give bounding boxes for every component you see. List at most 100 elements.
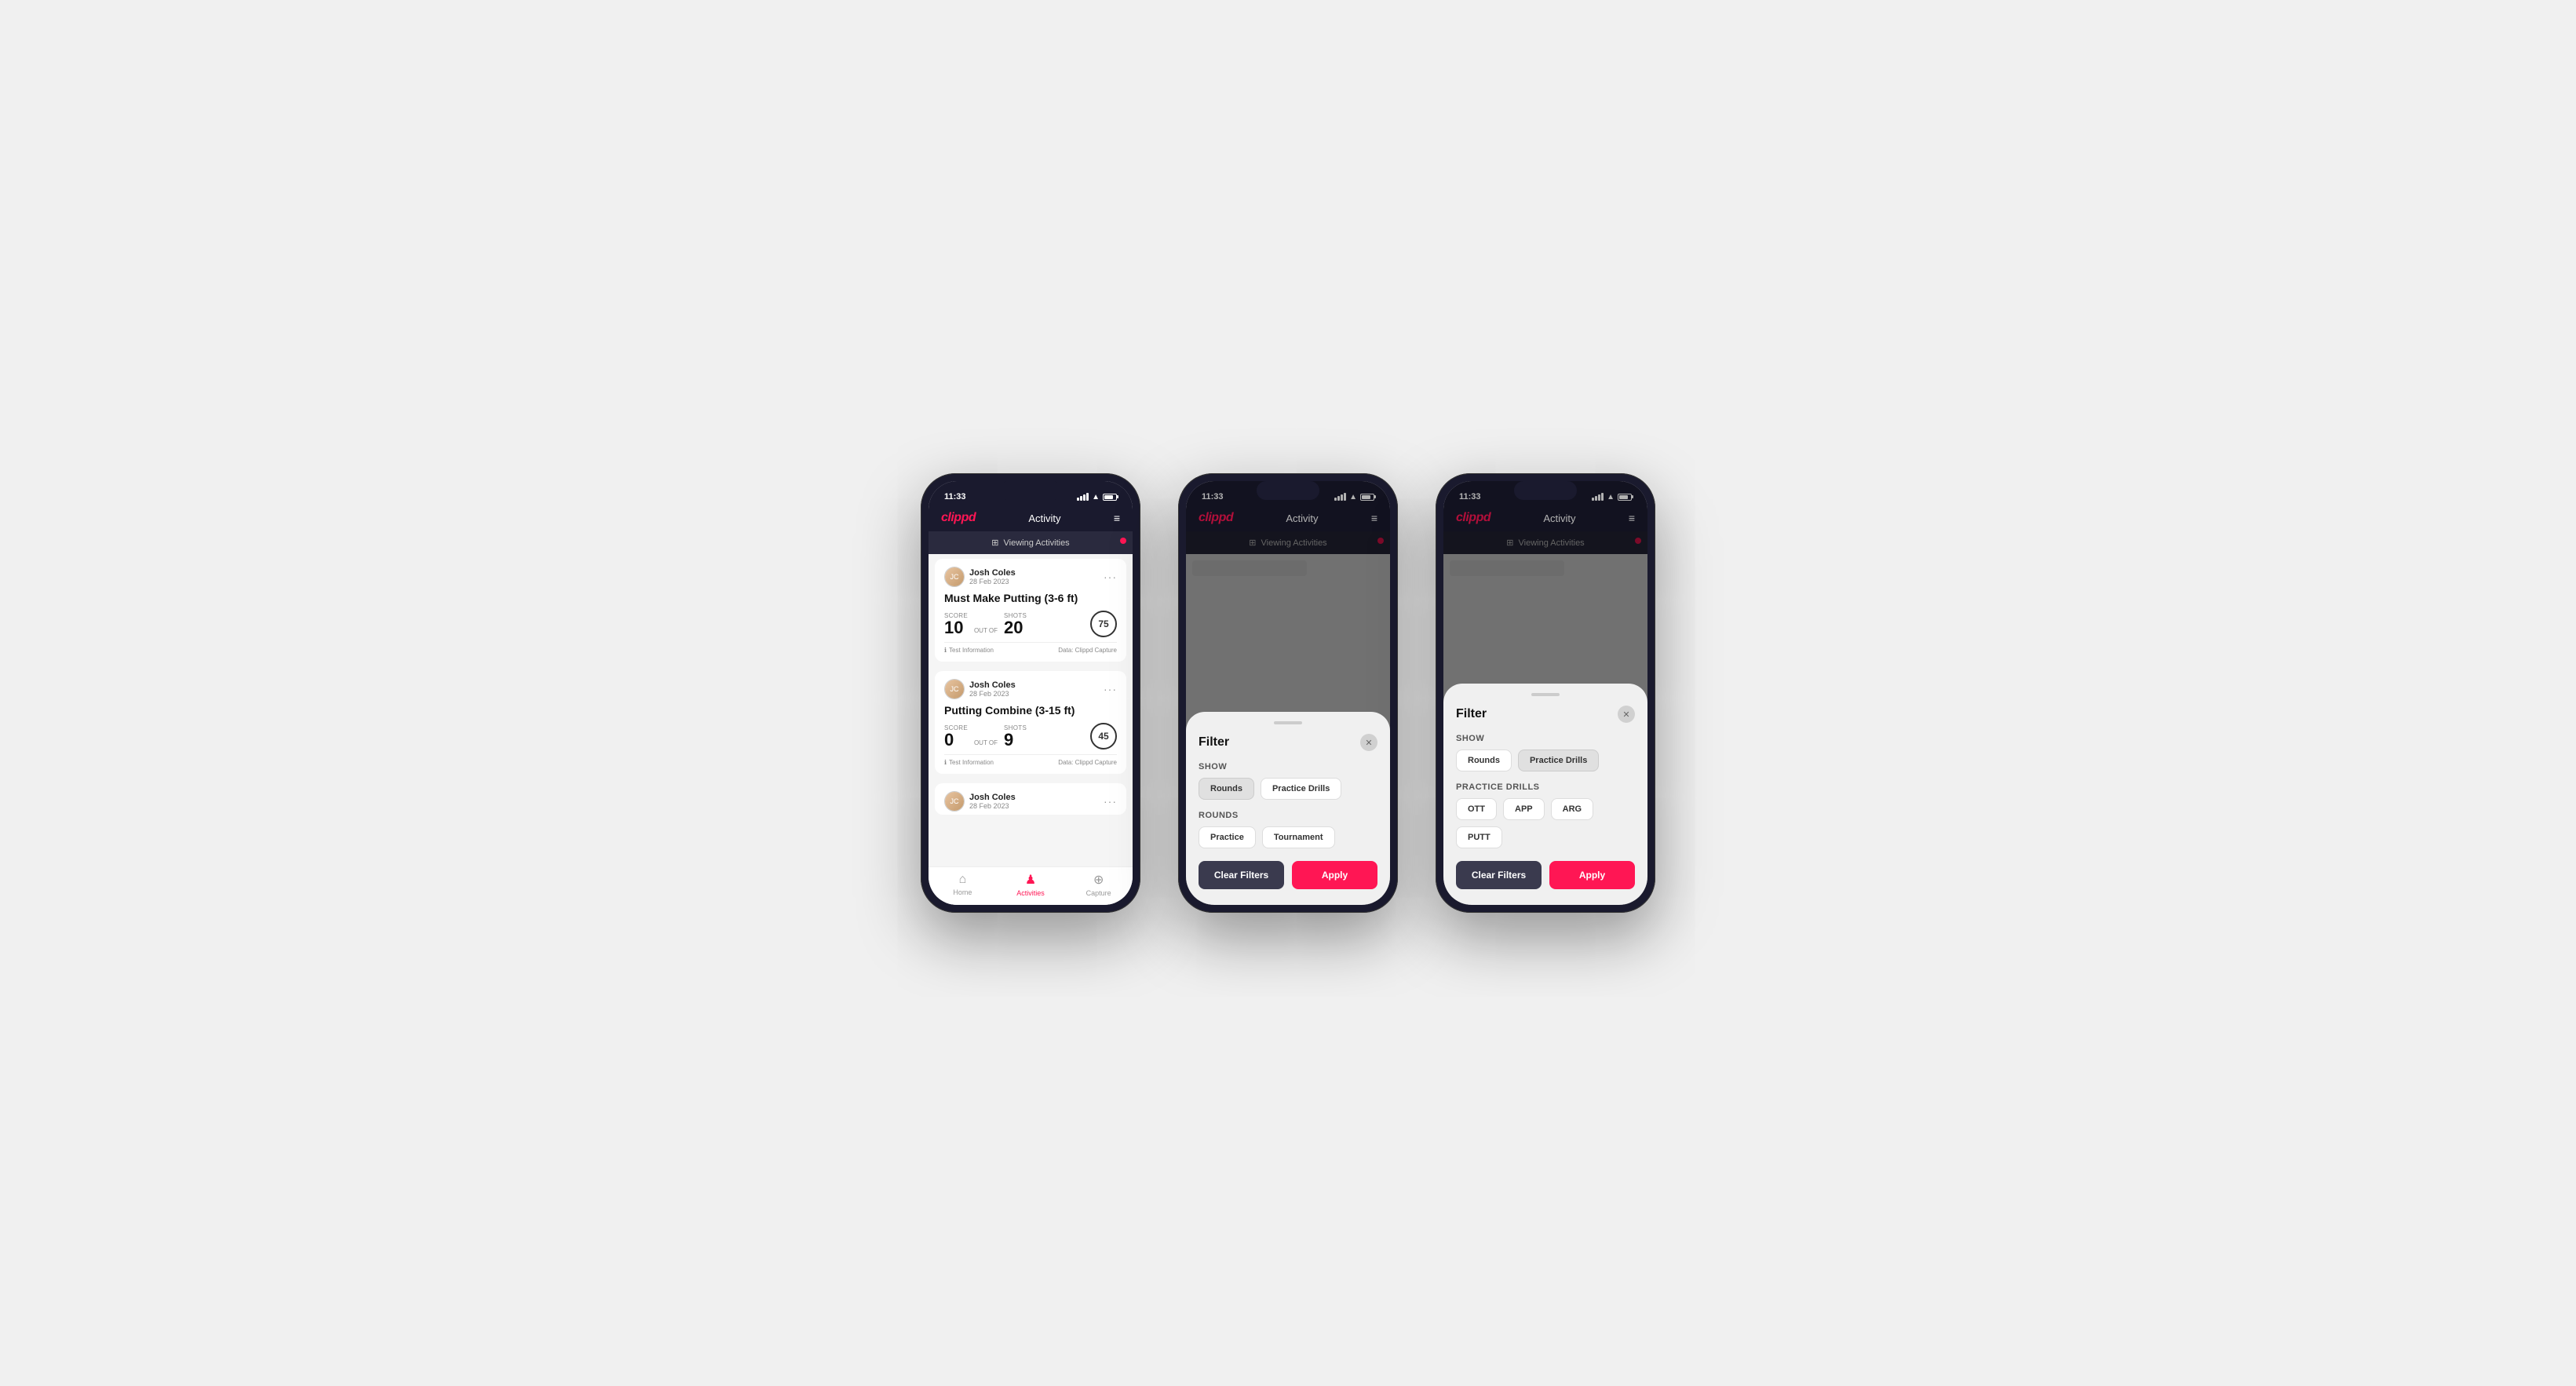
footer-info-2: ℹ Test Information: [944, 759, 994, 766]
practice-drills-label-3: Practice Drills: [1456, 782, 1635, 792]
sheet-handle-3: [1531, 693, 1560, 696]
tab-home-1[interactable]: ⌂ Home: [929, 873, 997, 896]
footer-data-1: Data: Clippd Capture: [1058, 647, 1117, 654]
dynamic-island-2: [1257, 481, 1319, 500]
filter-sheet-3: Filter ✕ Show Rounds Practice Drills Pra…: [1443, 684, 1647, 905]
status-time-1: 11:33: [944, 492, 966, 502]
viewing-label-1: Viewing Activities: [1004, 538, 1070, 548]
sheet-title-2: Filter: [1199, 735, 1229, 750]
card-menu-2[interactable]: ···: [1104, 683, 1117, 695]
user-info-2: Josh Coles 28 Feb 2023: [969, 680, 1016, 698]
chip-rounds-2[interactable]: Rounds: [1199, 778, 1254, 800]
sheet-header-3: Filter ✕: [1456, 706, 1635, 723]
user-info-1: Josh Coles 28 Feb 2023: [969, 568, 1016, 585]
chip-practice-2[interactable]: Practice: [1199, 826, 1256, 848]
sheet-title-3: Filter: [1456, 707, 1487, 721]
footer-info-1: ℹ Test Information: [944, 647, 994, 654]
card-menu-3[interactable]: ···: [1104, 795, 1117, 808]
info-icon-2: ℹ: [944, 759, 947, 766]
close-btn-3[interactable]: ✕: [1618, 706, 1635, 723]
activities-label-1: Activities: [1016, 889, 1045, 897]
apply-btn-3[interactable]: Apply: [1549, 861, 1635, 889]
capture-icon-1: ⊕: [1093, 872, 1104, 888]
show-chips-3: Rounds Practice Drills: [1456, 750, 1635, 771]
sheet-handle-2: [1274, 721, 1302, 724]
home-icon-1: ⌂: [959, 873, 967, 887]
filter-icon-1: ⊞: [991, 538, 998, 548]
screen-content-1: ⊞ Viewing Activities JC Josh Coles: [929, 531, 1133, 866]
user-name-3: Josh Coles: [969, 793, 1016, 802]
card-user-3: JC Josh Coles 28 Feb 2023: [944, 791, 1016, 812]
card-footer-1: ℹ Test Information Data: Clippd Capture: [944, 642, 1117, 654]
user-name-1: Josh Coles: [969, 568, 1016, 578]
user-date-2: 28 Feb 2023: [969, 690, 1016, 698]
chip-ott-3[interactable]: OTT: [1456, 798, 1497, 820]
avatar-3: JC: [944, 791, 965, 812]
signal-icon-1: [1077, 493, 1089, 501]
capture-label-1: Capture: [1086, 889, 1111, 897]
shots-value-1: 20: [1004, 619, 1027, 636]
avatar-2: JC: [944, 679, 965, 699]
card-title-1: Must Make Putting (3-6 ft): [944, 592, 1117, 604]
nav-title-1: Activity: [1028, 512, 1060, 524]
red-dot-1: [1120, 538, 1126, 544]
shot-quality-badge-2: 45: [1090, 723, 1117, 750]
chip-practice-drills-2[interactable]: Practice Drills: [1261, 778, 1341, 800]
shot-quality-badge-1: 75: [1090, 611, 1117, 637]
phones-container: 11:33 ▲ clippd Activity: [921, 473, 1655, 913]
phone-1: 11:33 ▲ clippd Activity: [921, 473, 1140, 913]
card-stats-2: Score 0 OUT OF Shots 9 45: [944, 723, 1117, 750]
card-menu-1[interactable]: ···: [1104, 571, 1117, 583]
show-label-3: Show: [1456, 734, 1635, 743]
avatar-1: JC: [944, 567, 965, 587]
tab-capture-1[interactable]: ⊕ Capture: [1064, 872, 1133, 897]
practice-drills-chips-3: OTT APP ARG PUTT: [1456, 798, 1635, 848]
card-title-2: Putting Combine (3-15 ft): [944, 704, 1117, 717]
user-info-3: Josh Coles 28 Feb 2023: [969, 793, 1016, 810]
clear-filters-btn-3[interactable]: Clear Filters: [1456, 861, 1542, 889]
phone-2: 11:33 ▲ clippd Activity: [1178, 473, 1398, 913]
close-btn-2[interactable]: ✕: [1360, 734, 1377, 751]
chip-putt-3[interactable]: PUTT: [1456, 826, 1502, 848]
card-header-1: JC Josh Coles 28 Feb 2023 ···: [944, 567, 1117, 587]
chip-app-3[interactable]: APP: [1503, 798, 1545, 820]
home-label-1: Home: [953, 888, 972, 896]
dynamic-island-1: [999, 481, 1062, 500]
wifi-icon-1: ▲: [1092, 493, 1100, 502]
user-date-3: 28 Feb 2023: [969, 802, 1016, 810]
sheet-actions-2: Clear Filters Apply: [1199, 861, 1377, 889]
show-chips-2: Rounds Practice Drills: [1199, 778, 1377, 800]
sheet-header-2: Filter ✕: [1199, 734, 1377, 751]
rounds-label-2: Rounds: [1199, 811, 1377, 820]
phone-3-screen: 11:33 ▲ clippd Activity: [1443, 481, 1647, 905]
activity-card-2[interactable]: JC Josh Coles 28 Feb 2023 ··· Putting Co…: [935, 671, 1126, 774]
footer-data-2: Data: Clippd Capture: [1058, 759, 1117, 766]
tab-activities-1[interactable]: ♟ Activities: [997, 872, 1065, 897]
viewing-bar-1[interactable]: ⊞ Viewing Activities: [929, 531, 1133, 554]
dynamic-island-3: [1514, 481, 1577, 500]
activity-card-3-partial[interactable]: JC Josh Coles 28 Feb 2023 ···: [935, 783, 1126, 815]
chip-tournament-2[interactable]: Tournament: [1262, 826, 1335, 848]
out-of-1: OUT OF: [974, 627, 998, 637]
card-header-2: JC Josh Coles 28 Feb 2023 ···: [944, 679, 1117, 699]
shots-value-2: 9: [1004, 731, 1027, 749]
activities-icon-1: ♟: [1025, 872, 1036, 888]
tab-bar-1: ⌂ Home ♟ Activities ⊕ Capture: [929, 866, 1133, 905]
card-user-2: JC Josh Coles 28 Feb 2023: [944, 679, 1016, 699]
menu-icon-1[interactable]: ≡: [1114, 512, 1120, 524]
chip-rounds-3[interactable]: Rounds: [1456, 750, 1512, 771]
phone-3: 11:33 ▲ clippd Activity: [1436, 473, 1655, 913]
info-icon-1: ℹ: [944, 647, 947, 654]
clear-filters-btn-2[interactable]: Clear Filters: [1199, 861, 1284, 889]
card-user-1: JC Josh Coles 28 Feb 2023: [944, 567, 1016, 587]
filter-overlay-3: Filter ✕ Show Rounds Practice Drills Pra…: [1443, 481, 1647, 905]
activity-card-1[interactable]: JC Josh Coles 28 Feb 2023 ··· Must Make …: [935, 559, 1126, 662]
chip-arg-3[interactable]: ARG: [1551, 798, 1593, 820]
card-header-3: JC Josh Coles 28 Feb 2023 ···: [944, 791, 1117, 812]
user-name-2: Josh Coles: [969, 680, 1016, 690]
card-footer-2: ℹ Test Information Data: Clippd Capture: [944, 754, 1117, 766]
user-date-1: 28 Feb 2023: [969, 578, 1016, 585]
apply-btn-2[interactable]: Apply: [1292, 861, 1377, 889]
logo-1: clippd: [941, 511, 976, 525]
chip-practice-drills-3[interactable]: Practice Drills: [1518, 750, 1599, 771]
